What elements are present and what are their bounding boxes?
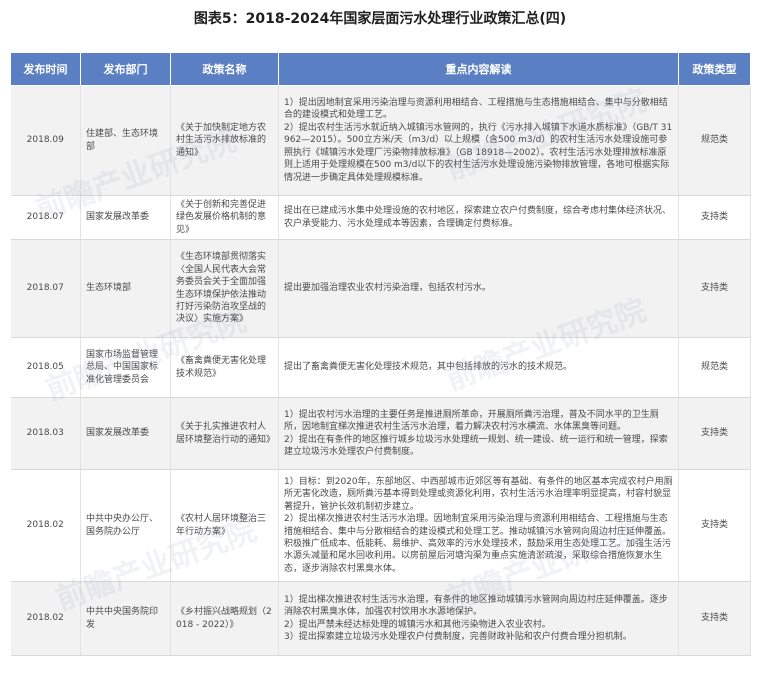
cell-policy-name: 《关于扎实推进农村人居环境整治行动的通知》 [170,397,279,470]
cell-type: 支持类 [678,469,751,582]
cell-dept: 生态环境部 [80,239,171,338]
cell-policy-name: 《关于加快制定地方农村生活污水排放标准的通知》 [170,85,279,196]
table-row: 2018.05 国家市场监督管理总局、中国国家标准化管理委员会 《畜禽粪便无害化… [10,337,751,398]
cell-dept: 中共中央国务院印发 [80,581,171,656]
header-dept: 发布部门 [80,52,171,86]
cell-date: 2018.05 [10,337,81,398]
table-row: 2018.03 国家发展改革委 《关于扎实推进农村人居环境整治行动的通知》 1）… [10,397,751,470]
cell-content: 提出在已建成污水集中处理设施的农村地区，探索建立农户付费制度，综合考虑村集体经济… [278,195,679,240]
cell-date: 2018.09 [10,85,81,196]
cell-date: 2018.02 [10,581,81,656]
cell-date: 2018.07 [10,239,81,338]
table-row: 2018.07 国家发展改革委 《关于创新和完善促进绿色发展价格机制的意见》 提… [10,195,751,240]
cell-type: 支持类 [678,581,751,656]
table-header-row: 发布时间 发布部门 政策名称 重点内容解读 政策类型 [10,52,751,86]
table-row: 2018.09 住建部、生态环境部 《关于加快制定地方农村生活污水排放标准的通知… [10,85,751,196]
cell-date: 2018.02 [10,469,81,582]
content-text: 1）提出农村污水治理的主要任务是推进厕所革命，开展厕所粪污治理，普及不同水平的卫… [284,409,668,457]
cell-policy-name: 《畜禽粪便无害化处理技术规范》 [170,337,279,398]
content-text: 提出在已建成污水集中处理设施的农村地区，探索建立农户付费制度，综合考虑村集体经济… [284,206,672,229]
cell-dept: 中共中央办公厅、国务院办公厅 [80,469,171,582]
cell-content: 1）提出梯次推进农村生活污水治理，有条件的地区推动城镇污水管网向周边村庄延伸覆盖… [278,581,679,656]
cell-policy-name: 《农村人居环境整治三年行动方案》 [170,469,279,582]
cell-content: 提出要加强治理农业农村污染治理，包括农村污水。 [278,239,679,338]
cell-policy-name: 《生态环境部贯彻落实〈全国人民代表大会常务委员会关于全面加强生态环境保护依法推动… [170,239,279,338]
cell-dept: 国家市场监督管理总局、中国国家标准化管理委员会 [80,337,171,398]
table-row: 2018.02 中共中央国务院印发 《乡村振兴战略规划（2018 - 2022）… [10,581,751,656]
cell-date: 2018.03 [10,397,81,470]
cell-type: 规范类 [678,337,751,398]
cell-policy-name: 《关于创新和完善促进绿色发展价格机制的意见》 [170,195,279,240]
content-text: 1）提出梯次推进农村生活污水治理，有条件的地区推动城镇污水管网向周边村庄延伸覆盖… [284,594,668,642]
cell-type: 支持类 [678,239,751,338]
page-title: 图表5：2018-2024年国家层面污水处理行业政策汇总(四) [193,11,567,27]
cell-dept: 国家发展改革委 [80,397,171,470]
cell-content: 1）目标：到2020年，东部地区、中西部城市近郊区等有基础、有条件的地区基本完成… [278,469,679,582]
table-row: 2018.07 生态环境部 《生态环境部贯彻落实〈全国人民代表大会常务委员会关于… [10,239,751,338]
header-policy-name: 政策名称 [170,52,279,86]
content-text: 提出了畜禽粪便无害化处理技术规范，其中包括排放的污水的技术规范。 [284,362,573,373]
cell-type: 规范类 [678,85,751,196]
cell-type: 支持类 [678,397,751,470]
cell-date: 2018.07 [10,195,81,240]
policy-table: 发布时间 发布部门 政策名称 重点内容解读 政策类型 2018.09 住建部、生… [10,52,751,656]
table-row: 2018.02 中共中央办公厅、国务院办公厅 《农村人居环境整治三年行动方案》 … [10,469,751,582]
cell-policy-name: 《乡村振兴战略规划（2018 - 2022）》 [170,581,279,656]
header-content: 重点内容解读 [278,52,679,86]
cell-content: 提出了畜禽粪便无害化处理技术规范，其中包括排放的污水的技术规范。 [278,337,679,398]
cell-dept: 国家发展改革委 [80,195,171,240]
content-text: 1）提出因地制宜采用污染治理与资源利用相结合、工程措施与生态措施相结合、集中与分… [284,98,673,183]
cell-type: 支持类 [678,195,751,240]
content-text: 1）目标：到2020年，东部地区、中西部城市近郊区等有基础、有条件的地区基本完成… [284,476,673,574]
cell-content: 1）提出农村污水治理的主要任务是推进厕所革命，开展厕所粪污治理，普及不同水平的卫… [278,397,679,470]
cell-dept: 住建部、生态环境部 [80,85,171,196]
cell-content: 1）提出因地制宜采用污染治理与资源利用相结合、工程措施与生态措施相结合、集中与分… [278,85,679,196]
content-text: 提出要加强治理农业农村污染治理，包括农村污水。 [284,283,492,294]
header-date: 发布时间 [10,52,81,86]
header-type: 政策类型 [678,52,751,86]
